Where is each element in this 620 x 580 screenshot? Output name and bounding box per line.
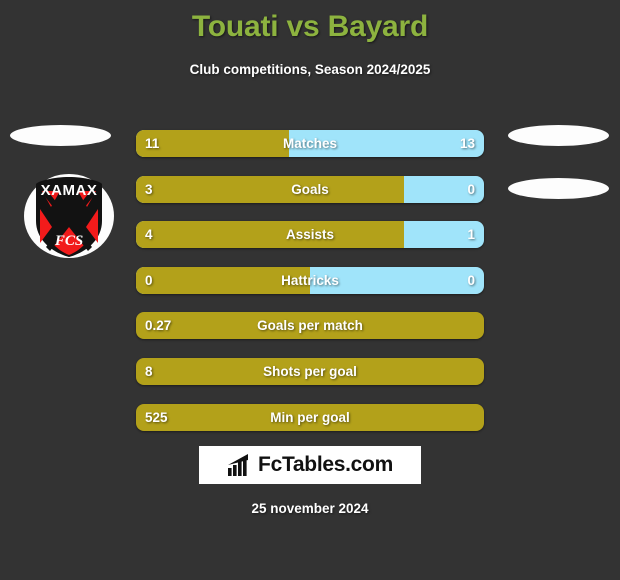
- stat-label: Assists: [285, 227, 335, 243]
- stat-row-goals: 3 Goals 0: [136, 175, 484, 203]
- stat-comparison-page: Touati vs Bayard Club competitions, Seas…: [0, 0, 620, 580]
- stat-row-matches: 11 Matches 13: [136, 130, 484, 157]
- stat-label: Matches: [282, 136, 338, 151]
- club-crest-xamax-icon: XAMAX FCS: [22, 169, 116, 263]
- stat-label: Shots per goal: [263, 363, 357, 379]
- fctables-logo[interactable]: FcTables.com: [199, 446, 421, 484]
- stat-row-hattricks: 0 Hattricks 0: [136, 266, 484, 294]
- stat-label: Goals: [291, 181, 329, 197]
- player-photo-placeholder-right: [508, 125, 609, 146]
- page-subtitle: Club competitions, Season 2024/2025: [189, 62, 431, 77]
- stat-away-value: 0: [467, 272, 475, 288]
- stat-row-goals-per-match: 0.27 Goals per match: [136, 312, 484, 340]
- stat-label: Hattricks: [281, 272, 339, 288]
- stat-label: Min per goal: [270, 409, 350, 425]
- player-photo-placeholder-left: [10, 125, 111, 146]
- svg-text:FCS: FCS: [54, 233, 83, 249]
- stat-row-shots-per-goal: 8 Shots per goal: [136, 357, 484, 385]
- stat-label: Goals per match: [257, 318, 363, 334]
- stat-row-assists: 4 Assists 1: [136, 221, 484, 249]
- report-date: 25 november 2024: [251, 501, 369, 516]
- svg-text:XAMAX: XAMAX: [41, 182, 98, 199]
- stat-away-value: 0: [467, 181, 475, 197]
- stat-away-value: 13: [459, 136, 475, 151]
- stat-away-value: 1: [467, 227, 475, 243]
- stats-bar-list: 11 Matches 13 3 Goals 0 4 Assists 1 0 Ha…: [136, 130, 484, 449]
- page-title: Touati vs Bayard: [191, 10, 429, 43]
- club-crest-placeholder-right: [508, 178, 609, 199]
- fctables-brand-text: FcTables.com: [258, 453, 393, 476]
- stat-row-min-per-goal: 525 Min per goal: [136, 403, 484, 431]
- bar-chart-trend-icon: [228, 454, 249, 476]
